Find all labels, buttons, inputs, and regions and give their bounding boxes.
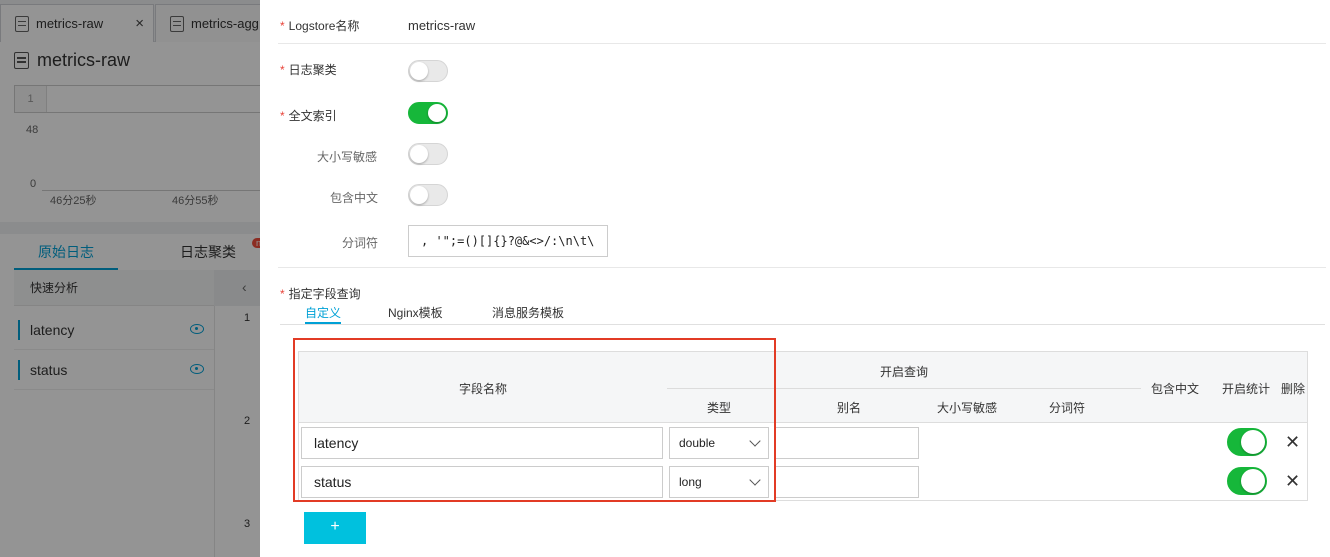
col-delimiter: 分词符 bbox=[1048, 401, 1085, 415]
tab-custom[interactable]: 自定义 bbox=[305, 304, 342, 324]
divider bbox=[278, 43, 1326, 44]
alias-input[interactable] bbox=[775, 427, 919, 459]
logstore-name-label: Logstore名称 bbox=[280, 17, 360, 34]
col-include-chinese: 包含中文 bbox=[1150, 382, 1199, 396]
col-enable-stats: 开启统计 bbox=[1221, 382, 1270, 396]
background-app: metrics-raw × metrics-agg metrics-raw 1 … bbox=[0, 0, 260, 557]
delete-icon[interactable]: ✕ bbox=[1285, 471, 1300, 492]
include-chinese-toggle[interactable] bbox=[408, 184, 448, 206]
include-chinese-label: 包含中文 bbox=[330, 191, 379, 205]
col-alias: 别名 bbox=[836, 401, 861, 415]
enable-stats-toggle[interactable] bbox=[1227, 428, 1267, 456]
delimiter-input[interactable] bbox=[408, 225, 608, 257]
log-cluster-label: 日志聚类 bbox=[280, 61, 337, 78]
template-tabs: 自定义 Nginx模板 消息服务模板 bbox=[280, 304, 1325, 325]
alias-input[interactable] bbox=[775, 466, 919, 498]
tab-nginx-template[interactable]: Nginx模板 bbox=[388, 304, 443, 324]
fulltext-index-label: 全文索引 bbox=[280, 107, 337, 124]
col-case-sensitive: 大小写敏感 bbox=[936, 401, 997, 415]
delimiter-label: 分词符 bbox=[342, 236, 379, 250]
enable-stats-toggle[interactable] bbox=[1227, 467, 1267, 495]
modal-overlay[interactable] bbox=[0, 0, 260, 557]
field-query-label: 指定字段查询 bbox=[280, 285, 361, 302]
case-sensitive-toggle[interactable] bbox=[408, 143, 448, 165]
col-delete: 删除 bbox=[1280, 382, 1305, 396]
tab-mns-template[interactable]: 消息服务模板 bbox=[492, 304, 564, 324]
log-cluster-toggle[interactable] bbox=[408, 60, 448, 82]
delete-icon[interactable]: ✕ bbox=[1285, 432, 1300, 453]
logstore-name-value: metrics-raw bbox=[408, 18, 476, 33]
add-field-button[interactable]: + bbox=[304, 512, 366, 544]
fulltext-index-toggle[interactable] bbox=[408, 102, 448, 124]
divider bbox=[278, 267, 1326, 268]
case-sensitive-label: 大小写敏感 bbox=[317, 150, 378, 164]
highlight-box bbox=[293, 338, 776, 502]
